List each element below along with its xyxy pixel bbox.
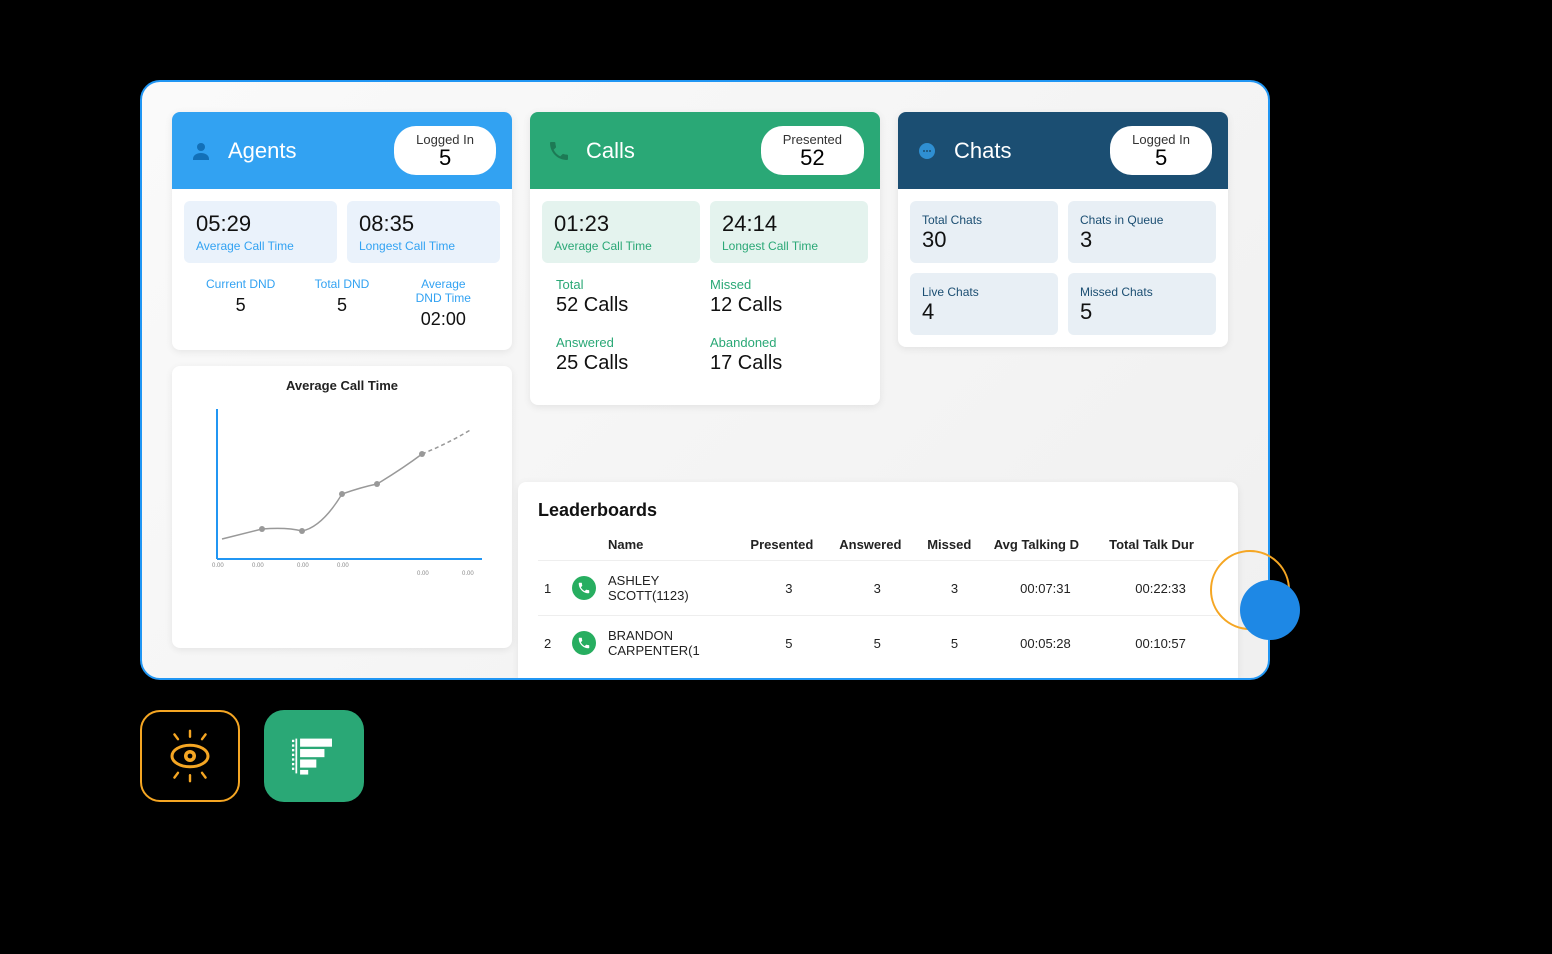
phone-icon <box>546 138 572 164</box>
col-total-talk[interactable]: Total Talk Dur <box>1103 529 1218 561</box>
calls-total: Total 52 Calls <box>556 277 700 317</box>
agents-card: Agents Logged In 5 05:29 Average Call Ti… <box>172 112 512 350</box>
calls-avg-call-time: 01:23 Average Call Time <box>542 201 700 263</box>
svg-text:0.00: 0.00 <box>417 571 429 577</box>
leaderboard-title: Leaderboards <box>538 500 1218 521</box>
person-icon <box>188 138 214 164</box>
pill-value: 5 <box>416 147 474 169</box>
calls-header: Calls Presented 52 <box>530 112 880 189</box>
pill-value: 52 <box>783 147 842 169</box>
agents-title: Agents <box>228 138 297 164</box>
pill-value: 5 <box>1132 147 1190 169</box>
dashboard-frame: Agents Logged In 5 05:29 Average Call Ti… <box>140 80 1270 680</box>
chats-title: Chats <box>954 138 1011 164</box>
svg-text:0.00: 0.00 <box>252 563 264 569</box>
phone-active-icon <box>572 576 596 600</box>
agents-logged-in-pill: Logged In 5 <box>394 126 496 175</box>
chats-logged-in-pill: Logged In 5 <box>1110 126 1212 175</box>
calls-answered: Answered 25 Calls <box>556 335 700 375</box>
chats-header: Chats Logged In 5 <box>898 112 1228 189</box>
calls-presented-pill: Presented 52 <box>761 126 864 175</box>
total-dnd: Total DND 5 <box>291 277 392 330</box>
line-chart-svg: 0.00 0.00 0.00 0.00 0.00 0.00 <box>184 399 500 579</box>
chart-title: Average Call Time <box>184 378 500 393</box>
leaderboard-card: Leaderboards Name Presented Answered Mis… <box>518 482 1238 678</box>
phone-active-icon <box>572 631 596 655</box>
agents-avg-call-time: 05:29 Average Call Time <box>184 201 337 263</box>
col-missed[interactable]: Missed <box>921 529 988 561</box>
live-chats: Live Chats 4 <box>910 273 1058 335</box>
svg-text:0.00: 0.00 <box>462 571 474 577</box>
missed-chats: Missed Chats 5 <box>1068 273 1216 335</box>
svg-text:0.00: 0.00 <box>297 563 309 569</box>
total-chats: Total Chats 30 <box>910 201 1058 263</box>
agents-header: Agents Logged In 5 <box>172 112 512 189</box>
agents-longest-call-time: 08:35 Longest Call Time <box>347 201 500 263</box>
calls-longest-call-time: 24:14 Longest Call Time <box>710 201 868 263</box>
agents-column: Agents Logged In 5 05:29 Average Call Ti… <box>172 112 512 648</box>
col-answered[interactable]: Answered <box>833 529 921 561</box>
col-name[interactable]: Name <box>602 529 744 561</box>
avg-call-time-chart: Average Call Time 0.00 0.00 0.00 0.00 0.… <box>172 366 512 648</box>
svg-text:0.00: 0.00 <box>337 563 349 569</box>
col-presented[interactable]: Presented <box>744 529 833 561</box>
calls-card: Calls Presented 52 01:23 Average Call Ti… <box>530 112 880 405</box>
bar-chart-app-icon[interactable] <box>264 710 364 802</box>
calls-title: Calls <box>586 138 635 164</box>
app-icons-row <box>140 710 364 802</box>
table-row[interactable]: 1 ASHLEY SCOTT(1123) 3 3 3 00:07:31 00:2… <box>538 561 1218 616</box>
chat-icon <box>914 138 940 164</box>
svg-text:0.00: 0.00 <box>212 563 224 569</box>
calls-missed: Missed 12 Calls <box>710 277 854 317</box>
leaderboard-table: Name Presented Answered Missed Avg Talki… <box>538 529 1218 670</box>
leaderboard-header-row: Name Presented Answered Missed Avg Talki… <box>538 529 1218 561</box>
avg-dnd-time: Average DND Time 02:00 <box>393 277 494 330</box>
chats-in-queue: Chats in Queue 3 <box>1068 201 1216 263</box>
table-row[interactable]: 2 BRANDON CARPENTER(1 5 5 5 00:05:28 00:… <box>538 616 1218 671</box>
current-dnd: Current DND 5 <box>190 277 291 330</box>
col-avg-talking[interactable]: Avg Talking D <box>988 529 1103 561</box>
chats-card: Chats Logged In 5 Total Chats 30 Chats i… <box>898 112 1228 347</box>
calls-abandoned: Abandoned 17 Calls <box>710 335 854 375</box>
eye-app-icon[interactable] <box>140 710 240 802</box>
decorative-circle <box>1240 580 1300 640</box>
